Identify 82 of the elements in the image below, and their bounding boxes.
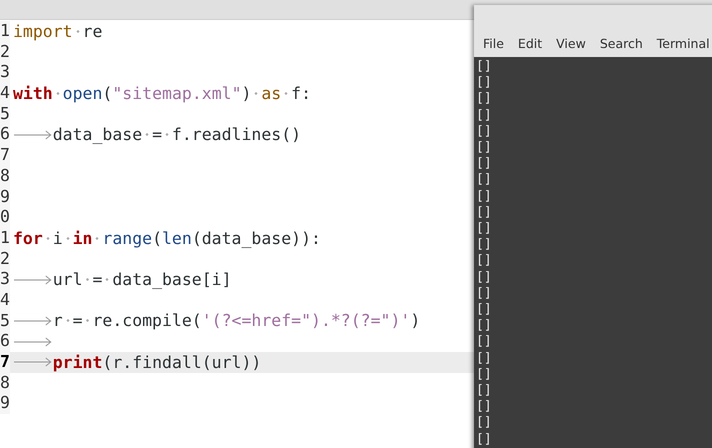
code-token: = xyxy=(92,270,102,290)
line-number: 7 xyxy=(0,145,10,166)
code-token: len xyxy=(162,228,192,248)
code-token: in xyxy=(72,228,92,248)
code-token: open xyxy=(62,84,102,103)
code-token: = xyxy=(152,125,162,144)
line-number: 4 xyxy=(0,83,10,104)
code-token: r xyxy=(52,311,63,330)
code-token: range xyxy=(102,228,152,248)
line-number: 0 xyxy=(0,207,10,228)
terminal-output-line: [] xyxy=(475,350,492,367)
terminal-output-line: [] xyxy=(475,59,492,76)
code-token: (r.findall(url)) xyxy=(102,352,262,372)
line-number: 9 xyxy=(0,186,10,208)
menu-item[interactable]: Search xyxy=(600,36,643,51)
code-token: re.compile( xyxy=(92,311,202,330)
line-number: 5 xyxy=(0,310,10,332)
tab-arrow-icon xyxy=(13,274,53,286)
terminal-output-line: [] xyxy=(475,302,492,318)
code-token: (data_base)): xyxy=(192,228,321,248)
tab-arrow-icon xyxy=(13,128,53,141)
code-token: data_base[i] xyxy=(112,270,232,290)
menu-item[interactable]: File xyxy=(483,36,504,51)
terminal-output-line: [] xyxy=(475,270,492,286)
line-number: 4 xyxy=(0,290,10,311)
code-token: re xyxy=(82,22,102,41)
menu-item[interactable]: Edit xyxy=(518,36,542,51)
code-token: f.readlines() xyxy=(172,125,302,144)
terminal-output-line: [] xyxy=(475,140,492,156)
terminal-output-line: [] xyxy=(475,75,492,92)
terminal-output-line: [] xyxy=(475,253,492,270)
code-token: with xyxy=(13,84,53,103)
code-token: ) xyxy=(410,311,420,330)
terminal-output-line: [] xyxy=(475,221,492,238)
terminal-output-line: [] xyxy=(475,124,492,140)
terminal-output-line: [] xyxy=(475,383,492,400)
code-token: f: xyxy=(291,84,312,103)
tab-arrow-icon xyxy=(13,336,53,348)
line-number: 9 xyxy=(0,393,10,414)
code-token: for xyxy=(13,228,43,248)
code-token: url xyxy=(52,270,83,290)
terminal-output-line: [] xyxy=(475,366,492,384)
code-token: ( xyxy=(152,228,162,248)
code-token: '(?<=href=").*?(?=")' xyxy=(202,311,410,330)
line-number: 7 xyxy=(0,352,10,373)
menu-item[interactable]: Terminal xyxy=(656,36,710,51)
code-token: as xyxy=(261,84,282,103)
terminal-output-line: [] xyxy=(475,415,492,432)
line-number: 8 xyxy=(0,166,10,186)
line-number: 1 xyxy=(0,228,10,249)
code-token: = xyxy=(72,311,83,330)
terminal-output-line: [] xyxy=(475,108,492,124)
code-token: data_base xyxy=(52,125,142,144)
terminal-output-line: [] xyxy=(475,318,492,334)
line-number: 1 xyxy=(0,21,10,42)
line-number: 3 xyxy=(0,269,10,290)
terminal-output-line: [] xyxy=(475,237,492,254)
terminal-output-line: [] xyxy=(475,399,492,416)
terminal-output-line: [] xyxy=(475,188,492,205)
line-number: 5 xyxy=(0,104,10,124)
code-token: ( xyxy=(102,84,112,103)
terminal-output-line: [] xyxy=(475,172,492,189)
code-token: import xyxy=(13,22,73,41)
terminal-output-line: [] xyxy=(475,91,492,108)
code-token: print xyxy=(52,352,102,372)
tab-arrow-icon xyxy=(13,356,53,368)
code-token: i xyxy=(52,228,63,248)
line-number: 3 xyxy=(0,62,10,84)
terminal-output-line: [] xyxy=(475,156,492,172)
line-number: 6 xyxy=(0,124,10,146)
terminal-output-line: [] xyxy=(475,286,492,302)
line-number: 8 xyxy=(0,372,10,394)
line-number: 2 xyxy=(0,248,10,270)
menu-item[interactable]: View xyxy=(556,36,586,51)
tab-arrow-icon xyxy=(13,314,53,327)
code-token: "sitemap.xml" xyxy=(112,84,242,103)
terminal-output-line: [] xyxy=(475,334,492,351)
terminal-output-line: [] xyxy=(475,204,492,222)
code-token: ) xyxy=(242,84,252,103)
line-number: 2 xyxy=(0,42,10,62)
line-number: 6 xyxy=(0,331,10,352)
terminal-output-line: [] xyxy=(475,432,492,448)
